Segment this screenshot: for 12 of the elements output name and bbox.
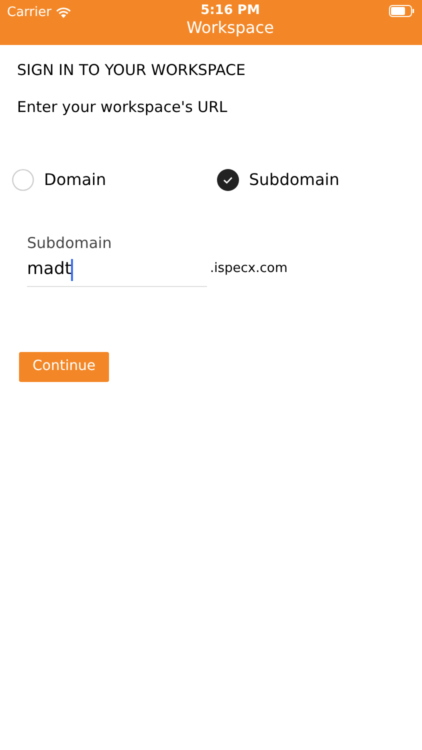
battery-icon	[388, 5, 415, 17]
wifi-icon	[56, 7, 72, 18]
domain-suffix: .ispecx.com	[210, 260, 288, 278]
subdomain-field[interactable]: madt	[27, 254, 207, 286]
field-label: Subdomain	[27, 233, 113, 254]
page-subheading: Enter your workspace's URL	[17, 96, 228, 118]
nav-title: Workspace	[186, 18, 274, 38]
carrier-label: Carrier	[7, 4, 52, 22]
status-time: 5:16 PM	[200, 3, 260, 18]
radio-option[interactable]: Subdomain	[217, 168, 422, 192]
radio-option[interactable]: Domain	[12, 168, 217, 192]
page-heading: SIGN IN TO YOUR WORKSPACE	[17, 60, 246, 81]
